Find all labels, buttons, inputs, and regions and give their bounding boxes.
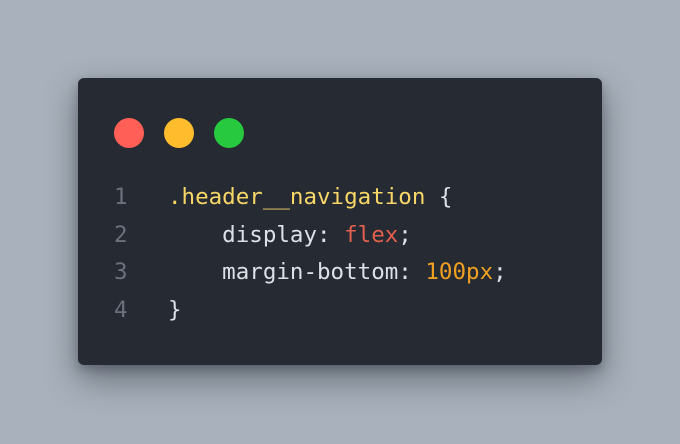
code-token-punct: : bbox=[317, 221, 345, 248]
code-token-keyword-value: flex bbox=[344, 221, 399, 248]
code-block: 1 .header__navigation {2 display: flex; 3 … bbox=[114, 179, 507, 329]
code-token-punct: } bbox=[168, 296, 182, 323]
minimize-button[interactable] bbox=[164, 118, 194, 148]
code-line: 1 .header__navigation { bbox=[114, 179, 507, 217]
maximize-button[interactable] bbox=[214, 118, 244, 148]
line-number: 2 bbox=[114, 221, 128, 248]
code-token-selector: .header__navigation bbox=[168, 184, 426, 210]
code-line: 2 display: flex; bbox=[114, 217, 507, 255]
line-number: 4 bbox=[114, 296, 128, 323]
line-number: 3 bbox=[114, 259, 128, 285]
code-token-punct: : bbox=[398, 259, 426, 285]
code-token-property: margin-bottom bbox=[168, 259, 399, 285]
code-token-property: display bbox=[168, 221, 318, 248]
code-token-punct: { bbox=[425, 184, 453, 210]
code-line: 4} bbox=[114, 292, 507, 330]
line-number: 1 bbox=[114, 184, 128, 210]
code-token-punct: ; bbox=[493, 259, 507, 285]
background: 1 .header__navigation {2 display: flex; 3 … bbox=[0, 0, 680, 444]
window-controls bbox=[114, 118, 244, 148]
code-window: 1 .header__navigation {2 display: flex; 3 … bbox=[78, 78, 602, 365]
code-token-number-value: 100px bbox=[425, 259, 494, 285]
code-line: 3 margin-bottom: 100px; bbox=[114, 254, 507, 292]
close-button[interactable] bbox=[114, 118, 144, 148]
code-token-punct: ; bbox=[398, 221, 412, 248]
